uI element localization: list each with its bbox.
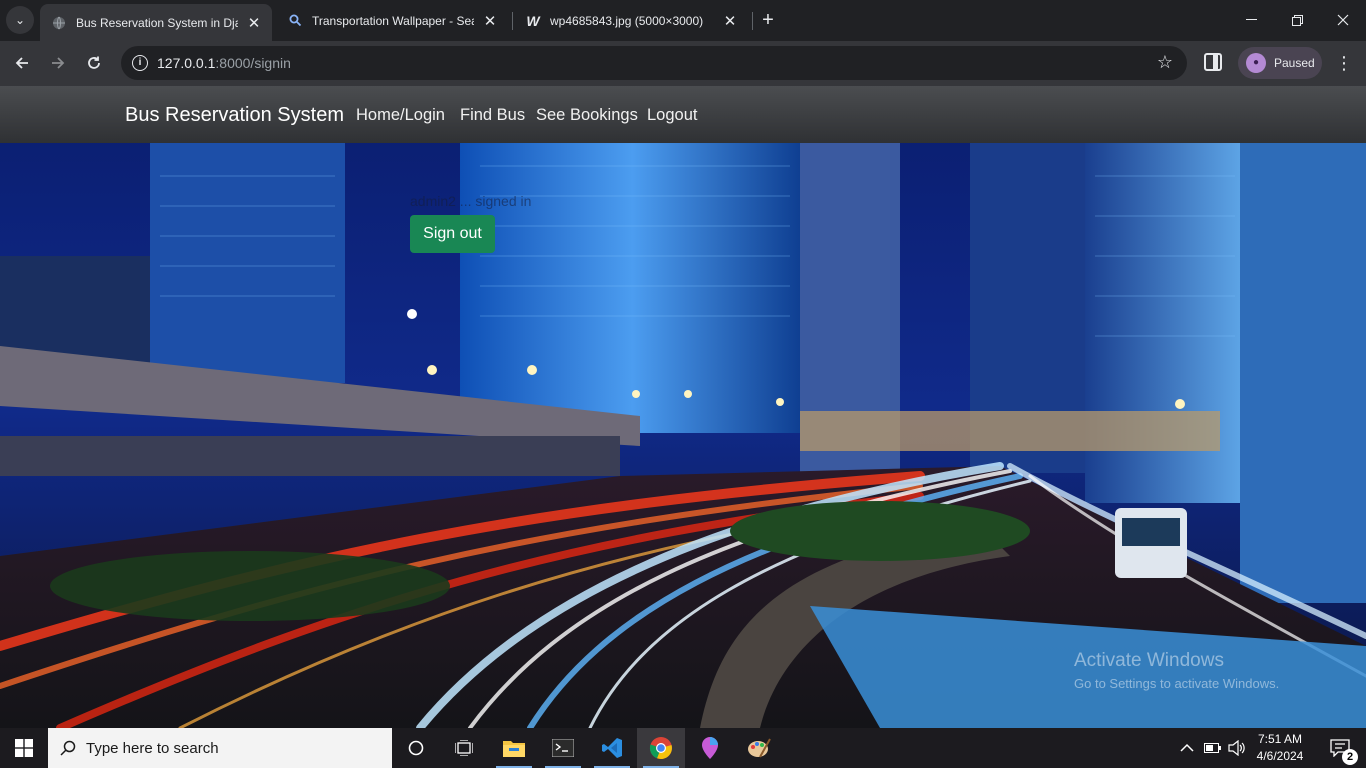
tab-transportation-wallpaper[interactable]: Transportation Wallpaper - Sear ✕	[276, 6, 508, 35]
windows-start-icon[interactable]	[0, 728, 48, 768]
windows-taskbar: Type here to search 7:51 AM 4/6/2024 2	[0, 728, 1366, 768]
nav-logout[interactable]: Logout	[647, 106, 697, 125]
globe-icon	[52, 16, 66, 30]
vscode-icon[interactable]	[588, 728, 636, 768]
tab-close-icon[interactable]: ✕	[722, 12, 738, 30]
side-panel-icon[interactable]	[1204, 53, 1222, 71]
cortana-icon[interactable]	[392, 728, 440, 768]
site-brand[interactable]: Bus Reservation System	[125, 104, 344, 127]
restore-icon[interactable]	[1274, 0, 1320, 40]
page-viewport: Bus Reservation System Home/Login Find B…	[0, 86, 1366, 728]
avatar: ●	[1246, 53, 1266, 73]
tab-title: Transportation Wallpaper - Sear	[312, 13, 474, 28]
taskbar-search-input[interactable]: Type here to search	[48, 728, 392, 768]
back-arrow-icon[interactable]	[8, 49, 36, 77]
task-view-icon[interactable]	[440, 728, 488, 768]
minimize-icon[interactable]	[1228, 0, 1274, 40]
watermark-subtitle: Go to Settings to activate Windows.	[1074, 676, 1280, 691]
taskbar-clock[interactable]: 7:51 AM 4/6/2024	[1252, 731, 1308, 765]
sign-out-button[interactable]: Sign out	[410, 215, 495, 253]
clock-time: 7:51 AM	[1257, 732, 1303, 746]
profile-status: Paused	[1274, 56, 1315, 70]
close-window-icon[interactable]	[1320, 0, 1366, 40]
clock-date: 4/6/2024	[1256, 749, 1304, 763]
tab-close-icon[interactable]: ✕	[482, 12, 498, 30]
battery-icon[interactable]	[1204, 728, 1222, 768]
chrome-icon[interactable]	[637, 728, 685, 768]
forward-arrow-icon[interactable]	[44, 49, 72, 77]
site-navbar: Bus Reservation System Home/Login Find B…	[0, 86, 1366, 143]
city-night-background-image	[0, 86, 1366, 728]
nav-see-bookings[interactable]: See Bookings	[536, 106, 638, 125]
maps-icon[interactable]	[686, 728, 734, 768]
show-hidden-icons-chevron-icon[interactable]	[1180, 728, 1194, 768]
file-explorer-icon[interactable]	[490, 728, 538, 768]
profile-button[interactable]: ● Paused	[1238, 47, 1322, 79]
tab-separator	[512, 12, 513, 30]
bookmark-star-icon[interactable]: ☆	[1157, 52, 1173, 73]
address-bar[interactable]: i 127.0.0.1:8000/signin ☆	[121, 46, 1187, 80]
nav-home-login[interactable]: Home/Login	[356, 106, 445, 125]
new-tab-plus-icon[interactable]: +	[757, 8, 779, 32]
tab-close-icon[interactable]: ✕	[246, 14, 262, 32]
taskbar-search-placeholder: Type here to search	[86, 739, 219, 757]
tab-bus-reservation[interactable]: Bus Reservation System in Djang ✕	[40, 4, 272, 41]
tab-title: Bus Reservation System in Djang	[76, 15, 238, 30]
activate-windows-watermark: Activate Windows Go to Settings to activ…	[1074, 650, 1279, 691]
signed-in-message: admin2 ... signed in	[410, 193, 532, 209]
tab-search-chevron-icon[interactable]: ⌄	[6, 6, 34, 34]
search-icon	[60, 740, 76, 756]
volume-icon[interactable]	[1228, 728, 1246, 768]
url-text: 127.0.0.1:8000/signin	[157, 55, 291, 71]
watermark-title: Activate Windows	[1074, 650, 1224, 671]
notification-count-badge: 2	[1342, 749, 1358, 765]
paint-icon[interactable]	[735, 728, 783, 768]
nav-find-bus[interactable]: Find Bus	[460, 106, 525, 125]
tab-separator	[752, 12, 753, 30]
terminal-icon[interactable]	[539, 728, 587, 768]
browser-toolbar: i 127.0.0.1:8000/signin ☆ ● Paused ⋮	[0, 41, 1366, 86]
more-menu-icon[interactable]: ⋮	[1334, 51, 1354, 75]
tab-title: wp4685843.jpg (5000×3000)	[550, 13, 704, 28]
search-icon	[288, 14, 302, 28]
w-logo-icon: W	[526, 12, 540, 29]
site-info-icon[interactable]: i	[132, 55, 148, 71]
notification-center-icon[interactable]: 2	[1320, 728, 1360, 768]
reload-icon[interactable]	[80, 49, 108, 77]
browser-tabstrip: ⌄ Bus Reservation System in Djang ✕ Tran…	[0, 0, 1366, 41]
tab-wallpaper-image[interactable]: W wp4685843.jpg (5000×3000) ✕	[514, 6, 748, 35]
